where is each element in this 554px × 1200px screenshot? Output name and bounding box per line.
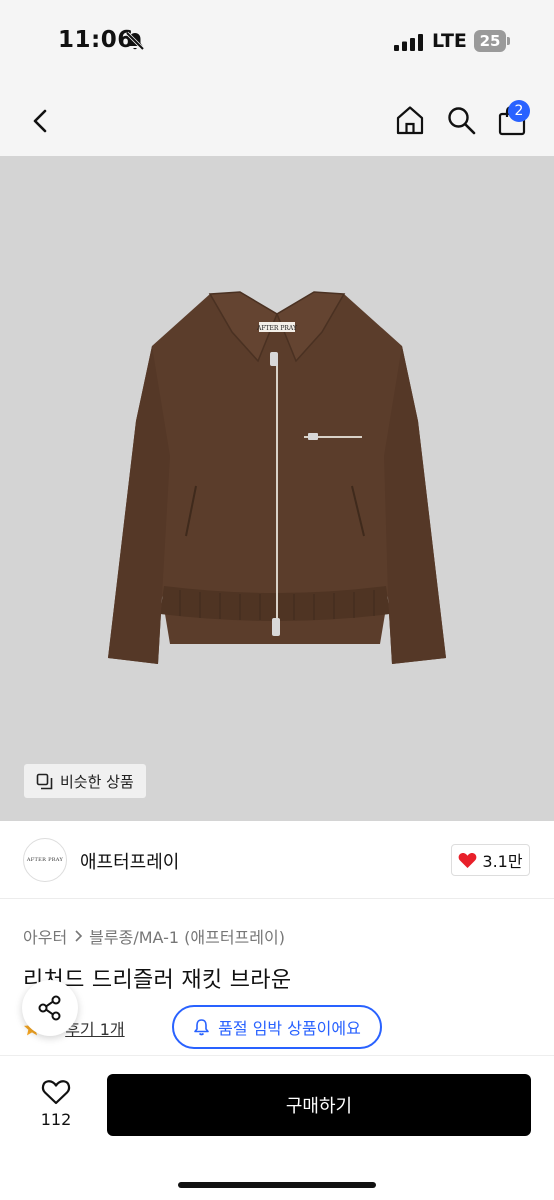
search-icon[interactable] [446,105,476,135]
share-icon [38,995,61,1021]
heart-filled-icon [459,852,477,868]
back-icon[interactable] [26,106,54,136]
copy-icon [36,773,53,789]
brand-like-button[interactable]: 3.1만 [451,844,530,876]
breadcrumb-item[interactable]: 블루종/MA-1 (애프터프레이) [89,924,285,948]
jacket-illustration: AFTER PRAY [108,291,446,664]
home-icon[interactable] [394,104,426,136]
brand-like-count: 3.1만 [482,852,523,871]
top-nav [0,86,554,156]
share-button[interactable] [22,980,78,1036]
product-image[interactable]: AFTER PRAY 비슷한 상품 [0,156,554,821]
low-stock-button[interactable]: 품절 임박 상품이에요 [172,1005,382,1049]
breadcrumb: 아우터 블루종/MA-1 (애프터프레이) [23,924,285,948]
heart-outline-icon[interactable] [41,1078,71,1106]
status-time: 11:06 [58,27,134,53]
brand-logo[interactable]: AFTER PRAY [23,838,67,882]
battery-level: 25 [474,30,506,52]
bell-icon [194,1019,209,1036]
signal-icon [394,34,423,51]
bell-off-icon [125,31,145,51]
status-bar: 11:06 LTE 25 [0,0,554,86]
chevron-right-icon [75,930,83,942]
bottom-action-bar: 112 구매하기 [0,1055,554,1200]
breadcrumb-item[interactable]: 아우터 [23,924,67,948]
home-indicator [178,1182,376,1188]
wish-count: 112 [40,1110,72,1129]
garment-label: AFTER PRAY [256,325,298,332]
brand-row[interactable]: AFTER PRAY 애프터프레이 3.1만 [0,821,554,899]
cart-count-badge: 2 [508,100,530,122]
battery-icon: 25 [474,30,510,52]
similar-products-label: 비슷한 상품 [60,772,134,791]
similar-products-button[interactable]: 비슷한 상품 [24,764,146,798]
buy-button[interactable]: 구매하기 [107,1074,531,1136]
network-type: LTE [432,30,467,52]
low-stock-label: 품절 임박 상품이에요 [218,1019,361,1038]
brand-name[interactable]: 애프터프레이 [80,848,179,874]
